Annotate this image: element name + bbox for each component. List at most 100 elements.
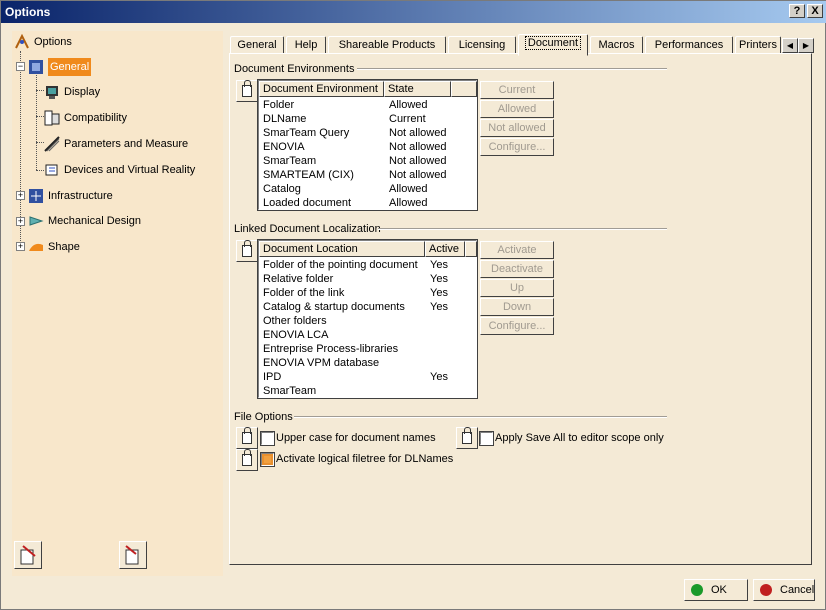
list-item-name: Loaded document bbox=[263, 197, 352, 209]
list-item-name: Catalog & startup documents bbox=[263, 301, 405, 313]
expand-infrastructure-icon[interactable]: + bbox=[16, 191, 25, 200]
activate-button[interactable]: Activate bbox=[480, 241, 554, 259]
tree-item-label: General bbox=[48, 58, 92, 76]
list-item[interactable]: Entreprise Process-libraries bbox=[259, 342, 476, 356]
compatibility-icon bbox=[44, 110, 60, 126]
list-item-value: Yes bbox=[430, 287, 448, 299]
doc-env-col-empty bbox=[451, 81, 477, 97]
title-bar: Options bbox=[1, 1, 826, 23]
cancel-button[interactable]: Cancel bbox=[753, 579, 815, 601]
close-title-button[interactable]: X bbox=[807, 4, 823, 18]
doc-env-lock-button[interactable] bbox=[236, 80, 258, 102]
doc-env-col-state[interactable]: State bbox=[384, 81, 451, 97]
list-item[interactable]: Folder of the link Yes bbox=[259, 286, 476, 300]
list-item-value: Yes bbox=[430, 259, 448, 271]
current-button[interactable]: Current bbox=[480, 81, 554, 99]
list-item[interactable]: Folder Allowed bbox=[259, 98, 476, 112]
linked-title: Linked Document Localization bbox=[234, 223, 381, 235]
expand-general-icon[interactable]: − bbox=[16, 62, 25, 71]
ok-button[interactable]: OK bbox=[684, 579, 748, 601]
parameters-icon bbox=[44, 136, 60, 152]
list-item[interactable]: SmarTeam bbox=[259, 384, 476, 398]
shape-icon bbox=[29, 243, 43, 251]
list-item-value: Yes bbox=[430, 273, 448, 285]
linked-list[interactable]: Document Location Active Folder of the p… bbox=[257, 239, 478, 399]
list-item[interactable]: DLName Current bbox=[259, 112, 476, 126]
list-item[interactable]: SmarTeam Query Not allowed bbox=[259, 126, 476, 140]
tree-tool-button-2[interactable] bbox=[119, 541, 147, 569]
tree-tool-button-1[interactable] bbox=[14, 541, 42, 569]
upper-case-checkbox[interactable] bbox=[260, 431, 275, 446]
list-item[interactable]: ENOVIA LCA bbox=[259, 328, 476, 342]
apply-save-checkbox[interactable] bbox=[479, 431, 494, 446]
apply-save-lock-button[interactable] bbox=[456, 427, 478, 449]
window-title: Options bbox=[5, 5, 51, 19]
allowed-button[interactable]: Allowed bbox=[480, 100, 554, 118]
linked-col-active[interactable]: Active bbox=[425, 241, 465, 257]
doc-env-list[interactable]: Document Environment State Folder Allowed… bbox=[257, 79, 478, 211]
general-icon bbox=[29, 60, 43, 74]
list-item[interactable]: Relative folder Yes bbox=[259, 272, 476, 286]
list-item-name: SmarTeam Query bbox=[263, 127, 350, 139]
list-item-name: ENOVIA VPM database bbox=[263, 357, 380, 369]
list-item[interactable]: ENOVIA VPM database bbox=[259, 356, 476, 370]
list-item-name: IPD bbox=[263, 371, 282, 383]
tab-label: Performances bbox=[654, 39, 724, 51]
list-item[interactable]: ENOVIA Not allowed bbox=[259, 140, 476, 154]
tab-document[interactable]: Document bbox=[518, 34, 588, 56]
expand-mechanical-icon[interactable]: + bbox=[16, 217, 25, 226]
tree-item-label: Compatibility bbox=[64, 112, 127, 124]
list-item[interactable]: IPD Yes bbox=[259, 370, 476, 384]
lock-icon bbox=[462, 427, 472, 444]
logical-filetree-label: Activate logical filetree for DLNames bbox=[276, 453, 454, 465]
tab-scroll-right-button[interactable]: ▶ bbox=[798, 38, 814, 53]
upper-case-lock-button[interactable] bbox=[236, 427, 258, 449]
down-button[interactable]: Down bbox=[480, 298, 554, 316]
doc-env-configure-button[interactable]: Configure... bbox=[480, 138, 554, 156]
tree-collapse-icon bbox=[125, 545, 139, 565]
list-item[interactable]: Loaded document Allowed bbox=[259, 196, 476, 210]
not-allowed-button[interactable]: Not allowed bbox=[480, 119, 554, 137]
tab-label: Help bbox=[294, 39, 318, 51]
tab-label: Printers bbox=[739, 39, 777, 51]
list-item[interactable]: SMARTEAM (CIX) Not allowed bbox=[259, 168, 476, 182]
list-item-value: Yes bbox=[430, 301, 448, 313]
deactivate-button[interactable]: Deactivate bbox=[480, 260, 554, 278]
list-item[interactable]: Catalog Allowed bbox=[259, 182, 476, 196]
list-item[interactable]: Other folders bbox=[259, 314, 476, 328]
tab-label: General bbox=[237, 39, 277, 51]
doc-env-col-environment[interactable]: Document Environment bbox=[259, 81, 384, 97]
mechanical-design-icon bbox=[29, 216, 44, 226]
tab-scroll-left-button[interactable]: ◀ bbox=[782, 38, 798, 53]
list-item-name: DLName bbox=[263, 113, 307, 125]
linked-col-location[interactable]: Document Location bbox=[259, 241, 425, 257]
list-item-name: Relative folder bbox=[263, 273, 334, 285]
list-item-value: Not allowed bbox=[389, 141, 447, 153]
list-item-value: Current bbox=[389, 113, 426, 125]
list-item-name: ENOVIA bbox=[263, 141, 305, 153]
tree-item-label: Parameters and Measure bbox=[64, 138, 189, 150]
tree-item-label: Infrastructure bbox=[48, 190, 113, 202]
list-item[interactable]: Catalog & startup documents Yes bbox=[259, 300, 476, 314]
display-icon bbox=[46, 86, 58, 99]
cancel-label: Cancel bbox=[780, 584, 815, 596]
list-item[interactable]: SmarTeam Not allowed bbox=[259, 154, 476, 168]
linked-lock-button[interactable] bbox=[236, 240, 258, 262]
logical-filetree-lock-button[interactable] bbox=[236, 449, 258, 471]
upper-case-label: Upper case for document names bbox=[276, 432, 436, 444]
help-title-button[interactable]: ? bbox=[789, 4, 805, 18]
tree-item-label: Shape bbox=[48, 241, 80, 253]
separator bbox=[378, 228, 667, 230]
list-item[interactable]: Folder of the pointing document Yes bbox=[259, 258, 476, 272]
linked-col-empty bbox=[465, 241, 477, 257]
list-item-name: SMARTEAM (CIX) bbox=[263, 169, 354, 181]
tab-label: Licensing bbox=[458, 39, 506, 51]
logical-filetree-checkbox[interactable] bbox=[260, 452, 275, 467]
expand-shape-icon[interactable]: + bbox=[16, 242, 25, 251]
up-button[interactable]: Up bbox=[480, 279, 554, 297]
list-item-value: Yes bbox=[430, 371, 448, 383]
list-item-name: Catalog bbox=[263, 183, 301, 195]
options-window: Options ? X Options − General Display Co… bbox=[0, 0, 826, 610]
lock-icon bbox=[242, 449, 252, 466]
linked-configure-button[interactable]: Configure... bbox=[480, 317, 554, 335]
